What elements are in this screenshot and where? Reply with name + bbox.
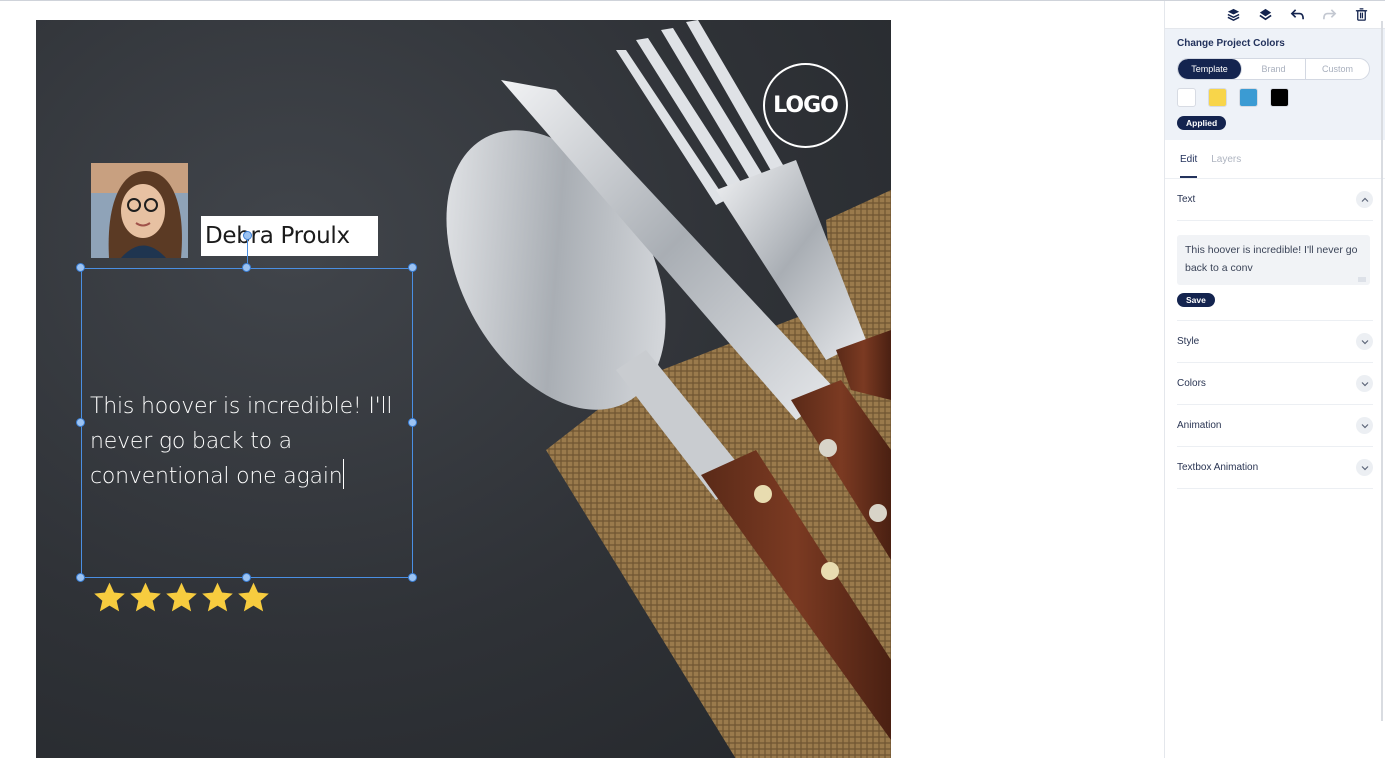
text-content-field[interactable]: This hoover is incredible! I'll never go… — [1177, 235, 1370, 285]
panel-scrollbar[interactable] — [1381, 21, 1383, 721]
resize-handle-bottom-right[interactable] — [408, 573, 417, 582]
logo-placeholder[interactable]: LOGO — [763, 63, 848, 148]
review-line: This hoover is incredible! I'll — [90, 394, 393, 419]
reviewer-name-textbox[interactable]: Debra Proulx — [201, 216, 378, 256]
animation-accordion-label: Animation — [1177, 420, 1222, 431]
panel-toolbar — [1165, 1, 1385, 28]
resize-handle-top-right[interactable] — [408, 263, 417, 272]
redo-icon[interactable] — [1313, 1, 1345, 28]
layer-up-icon[interactable] — [1217, 1, 1249, 28]
text-caret — [343, 459, 345, 489]
resize-handle-right[interactable] — [408, 418, 417, 427]
style-accordion-label: Style — [1177, 336, 1200, 347]
tab-template[interactable]: Template — [1178, 59, 1242, 79]
star-icon[interactable] — [164, 580, 199, 615]
color-swatch[interactable] — [1177, 88, 1196, 107]
properties-panel: Change Project Colors Template Brand Cus… — [1164, 1, 1385, 758]
color-swatch[interactable] — [1208, 88, 1227, 107]
color-swatch[interactable] — [1239, 88, 1258, 107]
chevron-down-icon[interactable] — [1356, 375, 1373, 392]
color-swatches — [1177, 88, 1373, 107]
avatar-photo — [91, 163, 188, 258]
color-source-selector: Template Brand Custom — [1177, 58, 1370, 80]
review-textbox[interactable]: This hoover is incredible! I'll never go… — [90, 389, 405, 494]
tab-layers[interactable]: Layers — [1211, 154, 1241, 178]
textbox-animation-accordion-header[interactable]: Textbox Animation — [1177, 447, 1373, 489]
chevron-down-icon[interactable] — [1356, 459, 1373, 476]
review-line-last: conventional one again — [90, 459, 405, 494]
star-icon[interactable] — [128, 580, 163, 615]
star-icon[interactable] — [200, 580, 235, 615]
resize-handle-left[interactable] — [76, 418, 85, 427]
design-canvas[interactable]: LOGO Debra Proulx This hoover is incredi… — [36, 20, 891, 758]
color-swatch[interactable] — [1270, 88, 1289, 107]
text-edit-block: This hoover is incredible! I'll never go… — [1177, 221, 1373, 321]
chevron-up-icon[interactable] — [1356, 191, 1373, 208]
chevron-down-icon[interactable] — [1356, 417, 1373, 434]
text-accordion-label: Text — [1177, 194, 1196, 205]
project-colors-title: Change Project Colors — [1177, 38, 1285, 49]
review-line: never go back to a — [90, 429, 292, 454]
tab-brand[interactable]: Brand — [1242, 59, 1306, 79]
text-content-value: This hoover is incredible! I'll never go… — [1185, 244, 1358, 274]
colors-accordion-header[interactable]: Colors — [1177, 363, 1373, 405]
star-icon[interactable] — [236, 580, 271, 615]
animation-accordion-header[interactable]: Animation — [1177, 405, 1373, 447]
layers-icon[interactable] — [1249, 1, 1281, 28]
edit-layers-tabs: Edit Layers — [1165, 140, 1385, 179]
tab-custom[interactable]: Custom — [1306, 59, 1369, 79]
textbox-animation-accordion-label: Textbox Animation — [1177, 462, 1259, 473]
trash-icon[interactable] — [1345, 1, 1377, 28]
logo-text: LOGO — [773, 93, 839, 118]
undo-icon[interactable] — [1281, 1, 1313, 28]
colors-accordion-label: Colors — [1177, 378, 1206, 389]
rotate-handle[interactable] — [243, 231, 252, 240]
star-rating[interactable] — [92, 580, 271, 615]
resize-handle-top[interactable] — [242, 263, 251, 272]
chevron-down-icon[interactable] — [1356, 333, 1373, 350]
tab-edit[interactable]: Edit — [1180, 154, 1198, 178]
style-accordion-header[interactable]: Style — [1177, 321, 1373, 363]
editor-app: LOGO Debra Proulx This hoover is incredi… — [0, 0, 1385, 758]
save-button[interactable]: Save — [1177, 293, 1215, 307]
resize-handle-bottom-left[interactable] — [76, 573, 85, 582]
text-accordion-header[interactable]: Text — [1177, 179, 1373, 221]
review-line: conventional one again — [90, 464, 343, 489]
reviewer-avatar[interactable] — [91, 163, 188, 258]
resize-grip-icon[interactable] — [1358, 277, 1366, 282]
resize-handle-top-left[interactable] — [76, 263, 85, 272]
star-icon[interactable] — [92, 580, 127, 615]
project-colors-section: Change Project Colors Template Brand Cus… — [1165, 28, 1385, 140]
applied-badge: Applied — [1177, 116, 1227, 130]
